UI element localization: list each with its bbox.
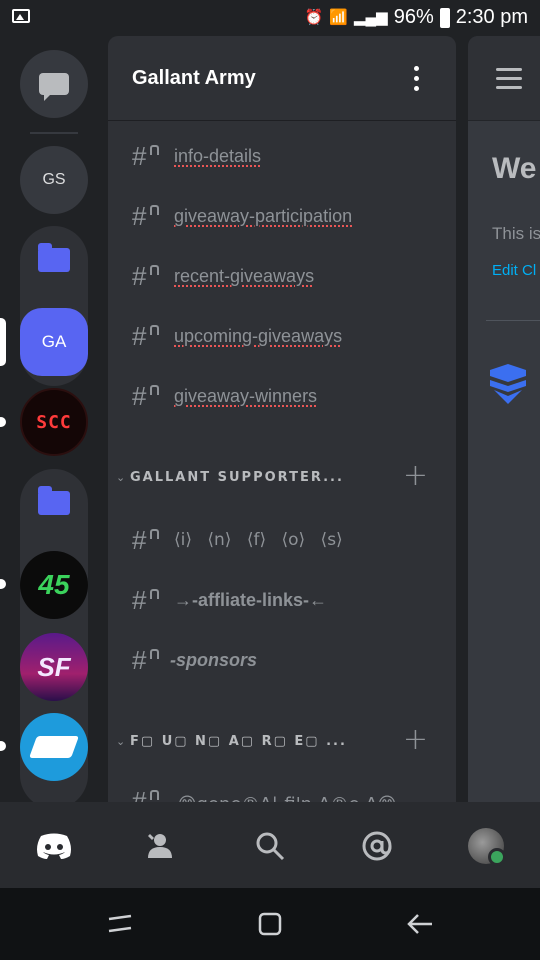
profile-button[interactable] [459, 822, 513, 870]
server-gallant-army[interactable]: GA [20, 308, 88, 376]
user-avatar [468, 828, 506, 866]
channel-name: upcoming-giveaways [174, 325, 343, 346]
system-navigation [0, 888, 540, 960]
signal-icon: ▂▄▆ [354, 8, 388, 26]
add-channel-button[interactable]: + [403, 458, 428, 493]
friends-icon [148, 834, 172, 858]
locked-hash-icon: # [132, 321, 162, 352]
server-scc[interactable]: SCC [20, 388, 88, 456]
folder-2-toggle[interactable] [20, 469, 88, 537]
search-icon [256, 832, 285, 861]
folder-icon [38, 486, 70, 515]
category-fun-are[interactable]: ⌄ F▢ U▢ N▢ A▢ R▢ E▢ ... + [116, 722, 446, 757]
bottom-navigation [0, 802, 540, 888]
channel-item-partial[interactable]: # 😁gene®A|-fi'n-A®e A😁 [132, 786, 396, 802]
server-bench[interactable] [20, 713, 88, 781]
channel-name: →-affliate-links-← [174, 589, 328, 610]
bench-icon [28, 736, 80, 758]
channel-name: -sponsors [170, 649, 258, 670]
recents-button[interactable] [100, 906, 140, 942]
channel-item[interactable]: # →-affliate-links-← [132, 580, 327, 620]
chat-bubble-icon [39, 73, 69, 101]
battery-percent: 96% [393, 6, 434, 28]
gallery-icon [12, 9, 30, 23]
status-icons: ⏰ 📶 ▂▄▆ 96% 2:30 pm [305, 6, 528, 29]
back-button[interactable] [400, 906, 440, 942]
server-rail: GS GA SCC 45 SF [0, 36, 108, 802]
channel-item[interactable]: # ⟨i⟩ ⟨n⟩ ⟨f⟩ ⟨o⟩ ⟨s⟩ [132, 520, 343, 560]
channel-name: ⟨i⟩ ⟨n⟩ ⟨f⟩ ⟨o⟩ ⟨s⟩ [174, 530, 343, 550]
edit-channel-link[interactable]: Edit Cl [492, 262, 536, 279]
channel-item[interactable]: # info-details [132, 136, 261, 176]
home-square-icon [258, 912, 282, 936]
locked-hash-icon: # [132, 201, 162, 232]
server-gs[interactable]: GS [20, 146, 88, 214]
locked-hash-icon: # [132, 261, 162, 292]
chevron-down-icon: ⌄ [116, 734, 126, 748]
channel-item[interactable]: # upcoming-giveaways [132, 316, 342, 356]
add-channel-button[interactable]: + [403, 722, 428, 757]
server-scc-label: SCC [36, 411, 72, 433]
channel-item[interactable]: # giveaway-participation [132, 196, 352, 236]
battery-icon [439, 7, 450, 28]
channel-panel: Gallant Army # info-details # giveaway-p… [108, 36, 456, 802]
mentions-icon [362, 831, 392, 861]
server-sf-label: SF [37, 651, 71, 682]
locked-hash-icon: # [132, 645, 162, 676]
locked-hash-icon: # [132, 141, 162, 172]
channel-name: recent-giveaways [174, 265, 315, 286]
bot-shield-icon [490, 364, 526, 404]
channel-name: 😁gene®A|-fi'n-A®e A😁 [178, 794, 397, 802]
unread-dot [0, 579, 6, 589]
status-bar: ⏰ 📶 ▂▄▆ 96% 2:30 pm [0, 0, 540, 36]
channel-item[interactable]: # -sponsors [132, 640, 257, 680]
unread-dot [0, 417, 6, 427]
chevron-down-icon: ⌄ [116, 470, 126, 484]
server-header[interactable]: Gallant Army [108, 36, 456, 120]
search-button[interactable] [243, 822, 297, 870]
direct-messages-button[interactable] [20, 50, 88, 118]
server-gs-label: GS [42, 171, 66, 188]
folder-icon [38, 243, 70, 272]
chat-header [468, 36, 540, 120]
locked-hash-icon: # [132, 585, 162, 616]
wifi-icon: 📶 [329, 8, 348, 26]
server-sf[interactable]: SF [20, 633, 88, 701]
channel-name: giveaway-winners [174, 385, 318, 406]
locked-hash-icon: # [132, 381, 162, 412]
channel-item[interactable]: # giveaway-winners [132, 376, 317, 416]
server-title: Gallant Army [132, 66, 256, 89]
locked-hash-icon: # [132, 525, 162, 556]
recents-icon [108, 914, 132, 933]
locked-hash-icon: # [132, 786, 162, 802]
server-45[interactable]: 45 [20, 551, 88, 619]
divider [486, 320, 540, 321]
chat-panel-peek[interactable]: We This is Edit Cl [468, 36, 540, 802]
more-options-icon[interactable] [414, 66, 420, 96]
category-name: GALLANT SUPPORTER... [130, 469, 344, 485]
category-gallant-supporter[interactable]: ⌄ GALLANT SUPPORTER... + [116, 458, 446, 493]
mentions-button[interactable] [350, 822, 404, 870]
category-name: F▢ U▢ N▢ A▢ R▢ E▢ ... [130, 733, 347, 749]
welcome-text: This is [492, 224, 540, 243]
friends-button[interactable] [136, 822, 190, 870]
channel-name: giveaway-participation [174, 205, 353, 226]
server-ga-label: GA [41, 332, 67, 351]
channel-name: info-details [174, 145, 262, 166]
alarm-icon: ⏰ [304, 8, 324, 26]
discord-home-icon [37, 833, 71, 859]
rail-separator [30, 132, 78, 134]
channel-item[interactable]: # recent-giveaways [132, 256, 314, 296]
server-45-label: 45 [38, 569, 70, 600]
online-status-icon [488, 848, 506, 866]
welcome-heading: We [492, 152, 537, 185]
folder-1-toggle[interactable] [20, 226, 88, 294]
clock: 2:30 pm [455, 6, 528, 28]
unread-dot [0, 741, 6, 751]
home-button[interactable] [27, 822, 81, 870]
back-arrow-icon [407, 914, 432, 934]
hamburger-menu-icon[interactable] [496, 68, 522, 95]
selected-server-indicator [0, 318, 6, 366]
home-system-button[interactable] [250, 906, 290, 942]
